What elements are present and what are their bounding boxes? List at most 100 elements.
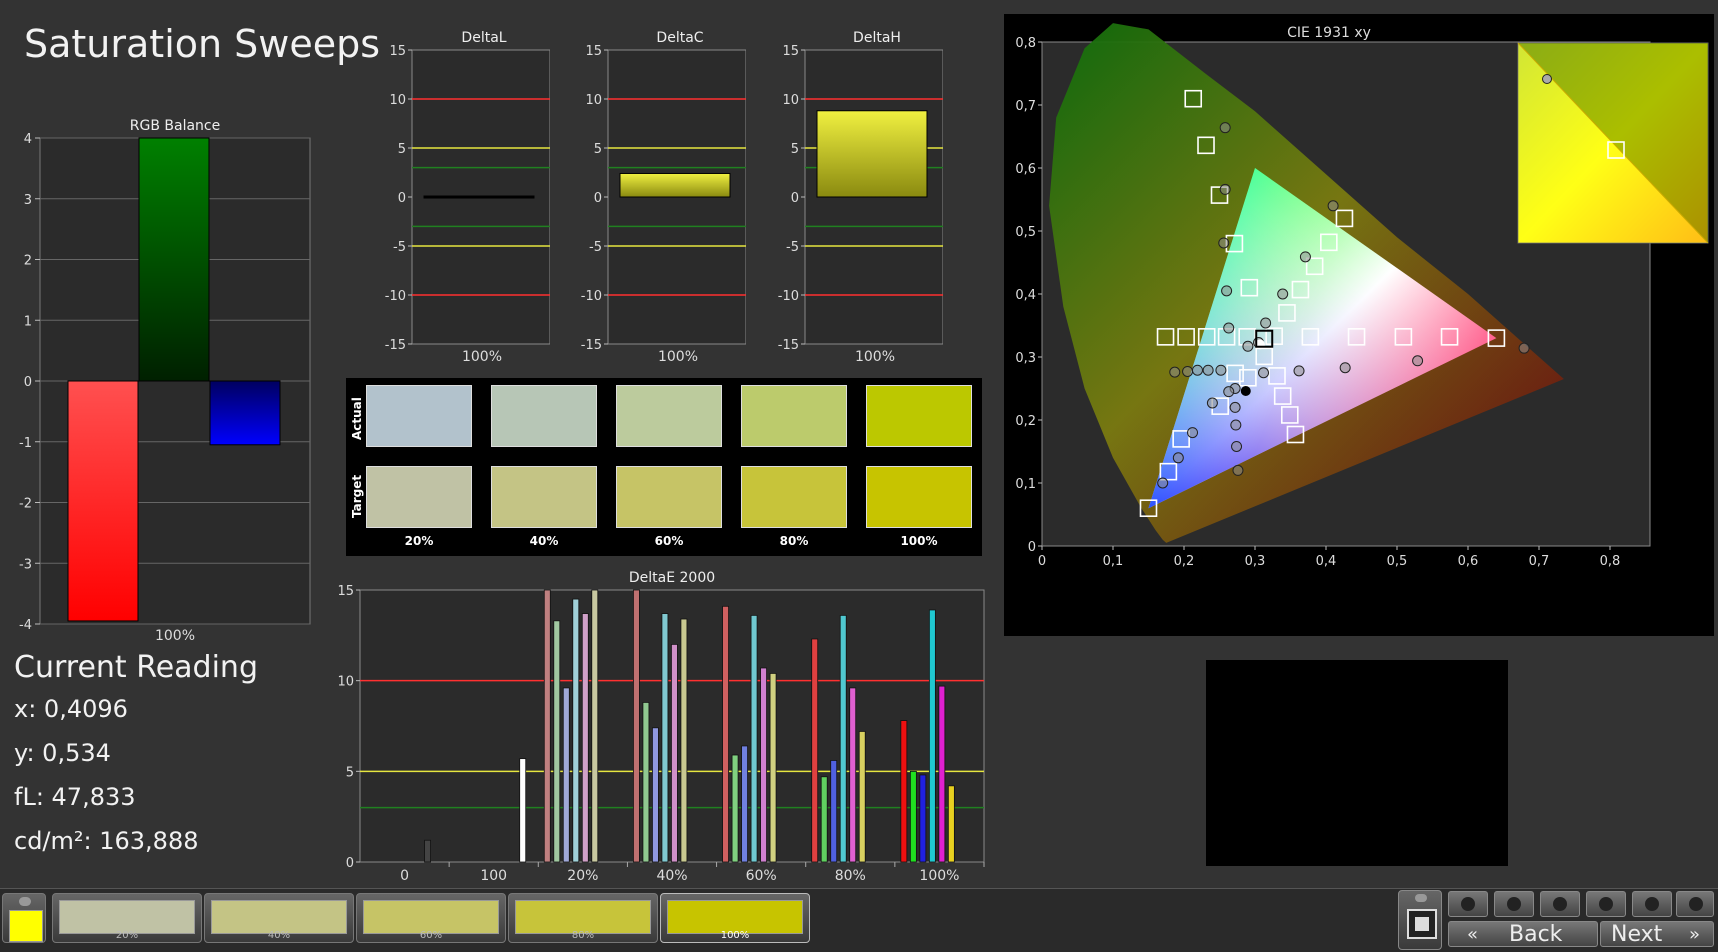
patch-swatch — [515, 900, 651, 934]
deltae-bar — [909, 770, 917, 863]
patch-label: 100% — [720, 930, 750, 941]
rgb-bar-red — [67, 380, 139, 622]
stop-measure-button[interactable] — [1398, 890, 1442, 950]
x-category-label: 100 — [480, 868, 507, 882]
y-tick-label: 0 — [1028, 540, 1036, 555]
delta-category-label: 100% — [658, 349, 698, 364]
cie-chart: 0 0,1 0,2 0,3 0,4 0,5 0,6 0,7 0,8 0 0,1 0,2 0,3 0,4 0,… — [1015, 23, 1709, 569]
patch-button-40[interactable]: 40% — [204, 893, 354, 943]
y-tick-label: 15 — [389, 44, 406, 59]
measured-point — [1218, 237, 1230, 249]
delta-bar — [423, 195, 535, 199]
y-tick-label: 15 — [337, 584, 354, 599]
actual-swatch-80 — [741, 385, 847, 447]
zoom-measured-point — [1542, 74, 1552, 84]
y-tick-label: -10 — [778, 289, 799, 304]
deltae-bar — [562, 687, 570, 863]
continuous-read-button[interactable] — [1586, 891, 1626, 917]
single-read-button[interactable] — [1540, 891, 1580, 917]
measured-point — [1339, 362, 1351, 374]
actual-swatch-100 — [866, 385, 972, 447]
deltae-bar — [633, 589, 640, 863]
back-label: Back — [1509, 922, 1563, 947]
infinity-icon — [1599, 897, 1613, 911]
current-patch-button[interactable] — [2, 893, 46, 943]
delta-bar — [619, 172, 731, 198]
target-swatch-80 — [741, 466, 847, 528]
patch-swatch — [667, 900, 803, 934]
patch-button-60[interactable]: 60% — [356, 893, 506, 943]
refresh-button[interactable] — [1632, 891, 1672, 917]
x-category-label: 60% — [746, 868, 777, 882]
circle-icon — [1689, 897, 1703, 911]
target-row-label: Target — [350, 474, 364, 518]
x-tick-label: 0,2 — [1174, 554, 1195, 569]
measured-point — [1191, 364, 1203, 376]
y-tick-label: 10 — [585, 93, 602, 108]
measured-point — [1219, 183, 1231, 195]
reading-y: y: 0,534 — [14, 739, 111, 767]
x-tick-label: 0,3 — [1245, 554, 1266, 569]
y-tick-label: 10 — [782, 93, 799, 108]
delta-category-label: 100% — [855, 349, 895, 364]
measured-point — [1202, 364, 1214, 376]
measured-point — [1219, 122, 1231, 134]
target-swatch-60 — [616, 466, 722, 528]
y-tick-label: -2 — [19, 497, 32, 512]
target-swatch-100 — [866, 466, 972, 528]
deltae-bar — [424, 839, 431, 863]
y-tick-label: -10 — [581, 289, 602, 304]
y-tick-label: 0 — [398, 191, 406, 206]
back-button[interactable]: « Back — [1448, 921, 1598, 947]
measured-point — [1157, 477, 1169, 489]
y-tick-label: 5 — [346, 765, 354, 780]
patch-label: 20% — [115, 930, 139, 941]
patch-label: 40% — [267, 930, 291, 941]
measured-point — [1221, 285, 1233, 297]
y-tick-label: 0 — [594, 191, 602, 206]
deltae-bar — [722, 605, 729, 863]
measured-point — [1230, 419, 1242, 431]
y-tick-label: -5 — [589, 240, 602, 255]
page-title: Saturation Sweeps — [24, 22, 381, 66]
measured-point — [1327, 200, 1339, 212]
y-tick-label: 0,8 — [1015, 36, 1036, 51]
measure-icon — [1553, 897, 1567, 911]
options-button[interactable] — [1676, 891, 1714, 917]
deltae-bar — [839, 614, 847, 863]
patch-button-20[interactable]: 20% — [52, 893, 202, 943]
measured-point — [1223, 386, 1235, 398]
patch-button-100[interactable]: 100% — [660, 893, 810, 943]
deltae-bar — [820, 776, 828, 863]
next-label: Next — [1611, 922, 1663, 947]
deltae-bar — [671, 644, 678, 863]
swatch-label-100: 100% — [900, 534, 938, 548]
y-tick-label: -3 — [19, 557, 32, 572]
deltae-bar — [858, 731, 866, 863]
y-tick-label: 0,5 — [1015, 225, 1036, 240]
measured-point — [1182, 365, 1194, 377]
measured-point — [1169, 366, 1181, 378]
y-tick-label: -15 — [385, 338, 406, 353]
x-category-label: 40% — [656, 868, 687, 882]
y-tick-label: 5 — [594, 142, 602, 157]
y-tick-label: 5 — [791, 142, 799, 157]
delta-category-label: 100% — [462, 349, 502, 364]
next-button[interactable]: Next » — [1600, 921, 1714, 947]
y-tick-label: 0 — [24, 375, 32, 390]
deltae-bar — [938, 685, 946, 863]
patch-label: 60% — [419, 930, 443, 941]
measurement-preview-window — [1206, 660, 1508, 866]
y-tick-label: -5 — [786, 240, 799, 255]
measured-point — [1231, 440, 1243, 452]
play-button[interactable] — [1494, 891, 1534, 917]
patch-swatch — [59, 900, 195, 934]
patch-swatch — [363, 900, 499, 934]
stop-button[interactable] — [1448, 891, 1488, 917]
patch-button-80[interactable]: 80% — [508, 893, 658, 943]
cie-title: CIE 1931 xy — [1287, 25, 1371, 41]
y-tick-label: 0 — [791, 191, 799, 206]
deltae-bar — [947, 785, 955, 863]
x-category-label: 20% — [567, 868, 598, 882]
measured-point — [1172, 452, 1184, 464]
